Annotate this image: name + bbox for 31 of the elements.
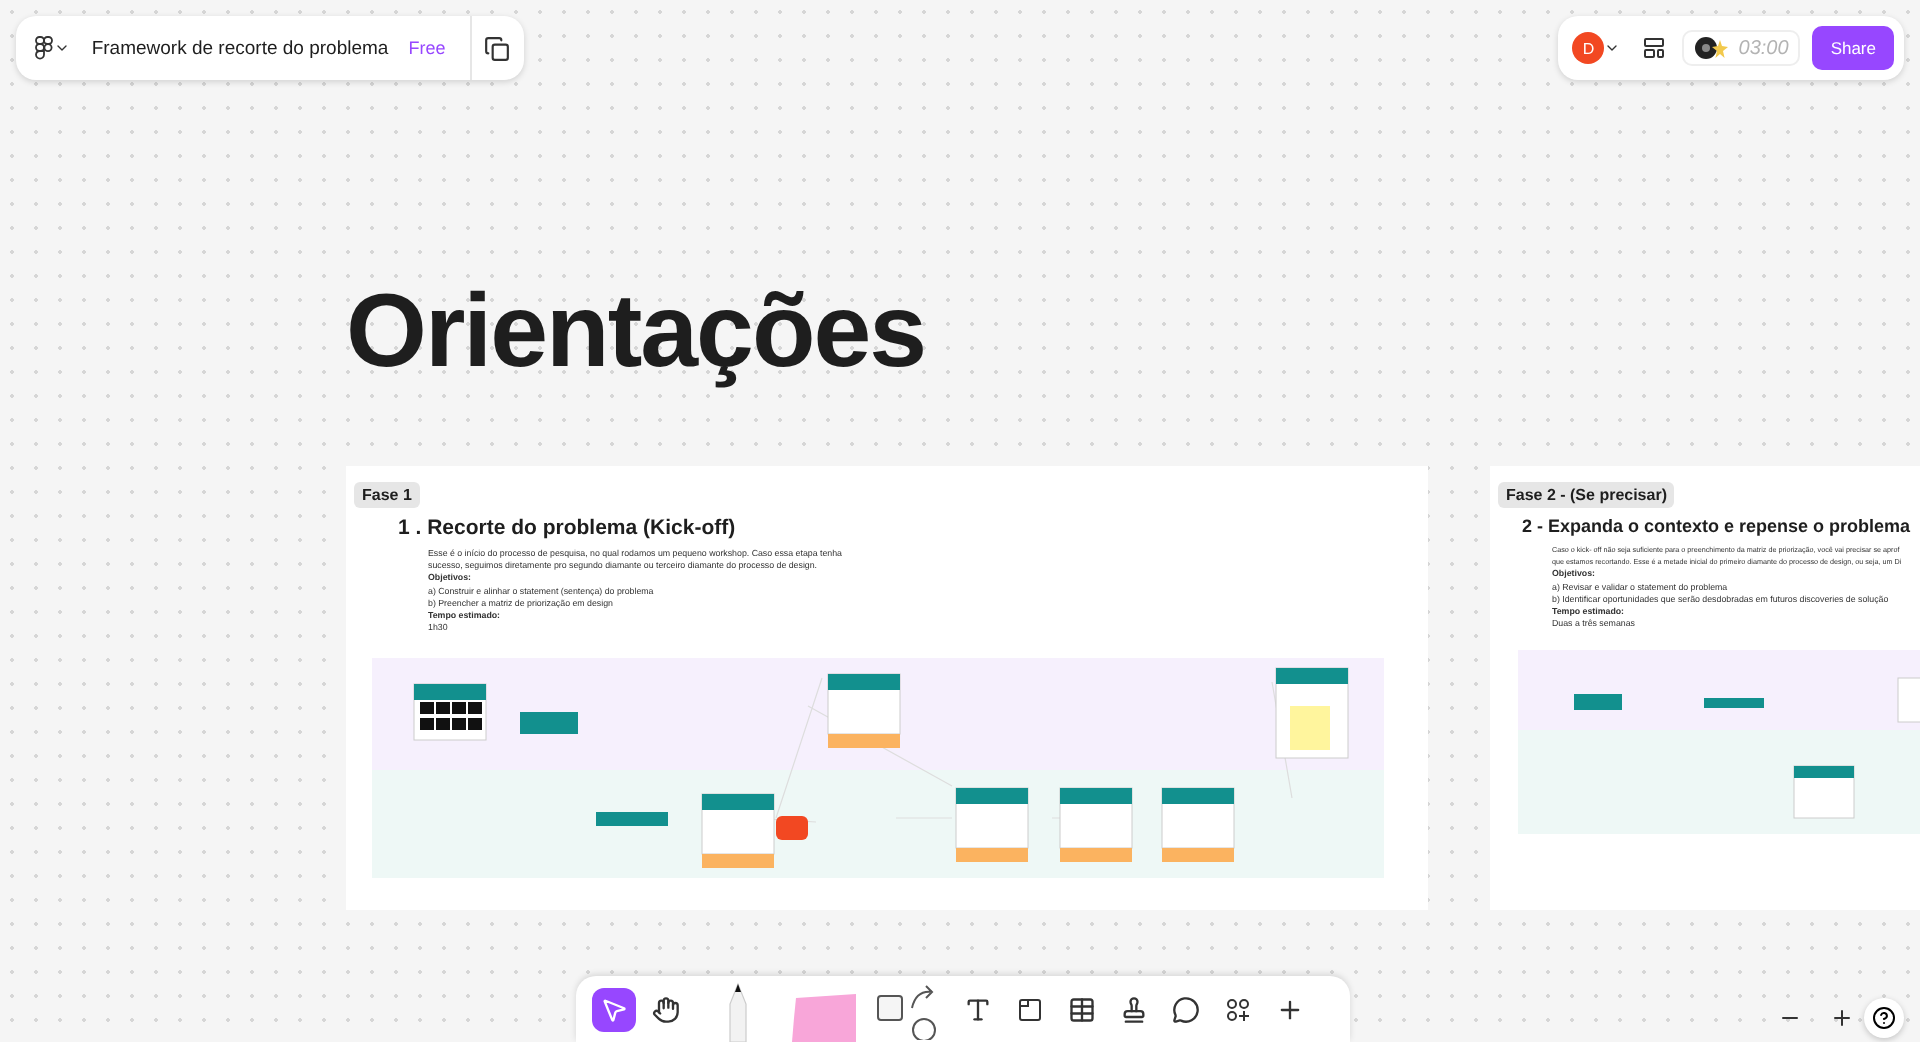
section-title: 1 . Recorte do problema (Kick-off)	[398, 516, 736, 540]
chevron-down-icon	[1604, 40, 1621, 56]
help-icon	[1872, 1006, 1896, 1030]
stamp-icon	[1120, 995, 1148, 1023]
section-title: 2 - Expanda o contexto e repense o problema	[1522, 516, 1911, 536]
layout-icon	[1641, 36, 1666, 60]
widgets-icon	[1224, 995, 1252, 1023]
text-icon	[964, 995, 992, 1023]
plus-icon	[1830, 1006, 1854, 1030]
select-tool-button[interactable]	[592, 987, 636, 1031]
file-title[interactable]: Framework de recorte do problema	[91, 37, 389, 59]
plus-icon	[1276, 995, 1304, 1023]
user-avatar: D	[1572, 32, 1605, 64]
board-title: Orientações	[346, 280, 926, 386]
plan-label[interactable]: Free	[408, 38, 446, 58]
pointer-icon	[600, 995, 628, 1023]
section-label: Fase 1	[354, 482, 420, 508]
shapes-drawing[interactable]	[872, 979, 940, 1039]
section-icon	[1016, 995, 1044, 1023]
share-button[interactable]: Share	[1812, 26, 1894, 70]
user-menu-button[interactable]: D	[1568, 26, 1625, 70]
table-icon	[1068, 995, 1096, 1023]
timer-text: 03:00	[1738, 37, 1789, 59]
comment-icon	[1172, 995, 1200, 1023]
section-label: Fase 2 - (Se precisar)	[1498, 482, 1675, 508]
music-sparkle-icon	[1694, 36, 1731, 60]
pages-icon	[483, 35, 510, 61]
chevron-down-icon	[53, 40, 70, 56]
logo-icon	[33, 36, 54, 60]
help-button[interactable]	[1864, 998, 1904, 1038]
hand-icon	[652, 995, 680, 1023]
